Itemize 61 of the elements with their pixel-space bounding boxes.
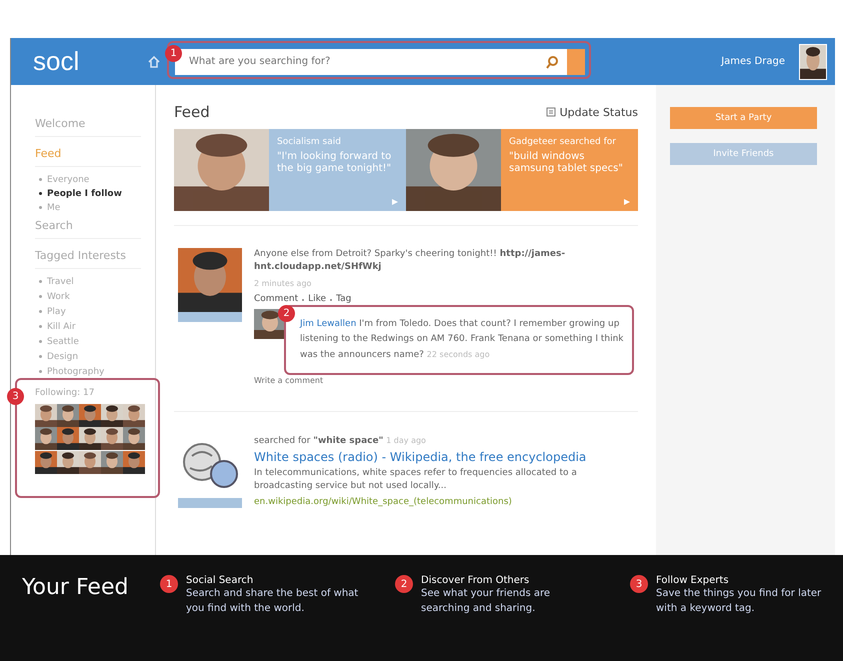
author-link[interactable]: Jim Lewallen	[300, 319, 356, 329]
highlight-quote: "I'm looking forward to the big game tonight!"	[277, 151, 392, 175]
user-name[interactable]: James Drage	[721, 56, 785, 67]
highlight-card[interactable]: Gadgeteer searched for "build windows samsung tablet specs"	[501, 129, 638, 211]
search-query: searched for "white space"	[254, 436, 384, 446]
callout-text: Save the things you find for later with a keyword tag.	[656, 587, 822, 616]
action-button[interactable]: Invite Friends	[670, 143, 817, 165]
action-link[interactable]: Like	[308, 293, 326, 306]
avatar-label-bar	[178, 498, 242, 508]
timestamp: 2 minutes ago	[254, 278, 312, 290]
number-badge: 1	[160, 575, 178, 593]
action-link[interactable]: Tag	[336, 293, 352, 306]
search-field[interactable]: What are you searching for?	[175, 48, 567, 74]
highlight-caption: Gadgeteer searched for	[509, 137, 617, 147]
callout-title: Social Search	[186, 575, 254, 586]
interest-link[interactable]: Travel	[35, 277, 141, 288]
logo[interactable]: socl	[33, 46, 133, 77]
callout-title: Discover From Others	[421, 575, 530, 586]
highlight-card[interactable]: Socialism said "I'm looking forward to the big game tonight!"	[269, 129, 406, 211]
nav-item[interactable]: Everyone	[35, 175, 141, 185]
callout-title: Follow Experts	[656, 575, 730, 586]
highlight-quote: "build windows samsung tablet specs"	[509, 151, 624, 175]
highlight-caption: Socialism said	[277, 137, 342, 147]
update-status-link[interactable]: Update Status	[560, 106, 638, 118]
post-text: Anyone else from Detroit? Sparky's cheering tonight!! http://james-hnt.cloudapp.net/SHfWkj	[254, 248, 566, 274]
number-badge: 2	[395, 575, 413, 593]
following-count: Following: 17	[35, 388, 96, 398]
action-button[interactable]: Start a Party	[670, 107, 817, 129]
nav-link[interactable]: Search	[35, 217, 141, 239]
interest-link[interactable]: Work	[35, 292, 141, 303]
result-link[interactable]: White spaces (radio) - Wikipedia, the free encyclopedia	[254, 451, 634, 464]
interest-link[interactable]: Play	[35, 307, 141, 318]
annotation-marker: 2	[278, 305, 295, 322]
play-icon[interactable]	[624, 199, 630, 205]
note-icon[interactable]	[546, 107, 556, 117]
home-icon[interactable]	[147, 54, 161, 68]
interest-link[interactable]: Kill Air	[35, 322, 141, 333]
nav-link[interactable]: Welcome	[35, 115, 141, 137]
footer-title: Your Feed	[22, 575, 130, 602]
avatar-label-bar	[178, 312, 242, 322]
callout-text: See what your friends are searching and sharing.	[421, 587, 552, 616]
interest-link[interactable]: Design	[35, 352, 141, 363]
nav-link[interactable]: Feed	[35, 145, 141, 167]
section-heading: Tagged Interests	[35, 247, 141, 269]
search-icon[interactable]	[545, 54, 559, 68]
timestamp: 1 day ago	[386, 436, 426, 445]
feed-title: Feed	[174, 103, 210, 121]
interest-link[interactable]: Seattle	[35, 337, 141, 348]
interest-link[interactable]: Photography	[35, 367, 141, 378]
number-badge: 3	[630, 575, 648, 593]
callout-text: Search and share the best of what you find with the world.	[186, 587, 360, 616]
annotation-marker: 3	[7, 388, 24, 405]
result-url[interactable]: en.wikipedia.org/wiki/White_space_(telecommunications)	[254, 496, 634, 509]
play-icon[interactable]	[392, 199, 398, 205]
action-link[interactable]: Comment	[254, 293, 298, 306]
annotation-marker: 1	[165, 44, 182, 62]
comment-field[interactable]: Write a comment	[254, 374, 454, 387]
result-snippet: In telecommunications, white spaces refer to frequencies allocated to a broadcasting service but not used locally...	[254, 467, 578, 493]
nav-item[interactable]: Me	[35, 203, 141, 213]
avatar[interactable]	[799, 44, 827, 80]
nav-item[interactable]: People I follow	[35, 189, 141, 199]
